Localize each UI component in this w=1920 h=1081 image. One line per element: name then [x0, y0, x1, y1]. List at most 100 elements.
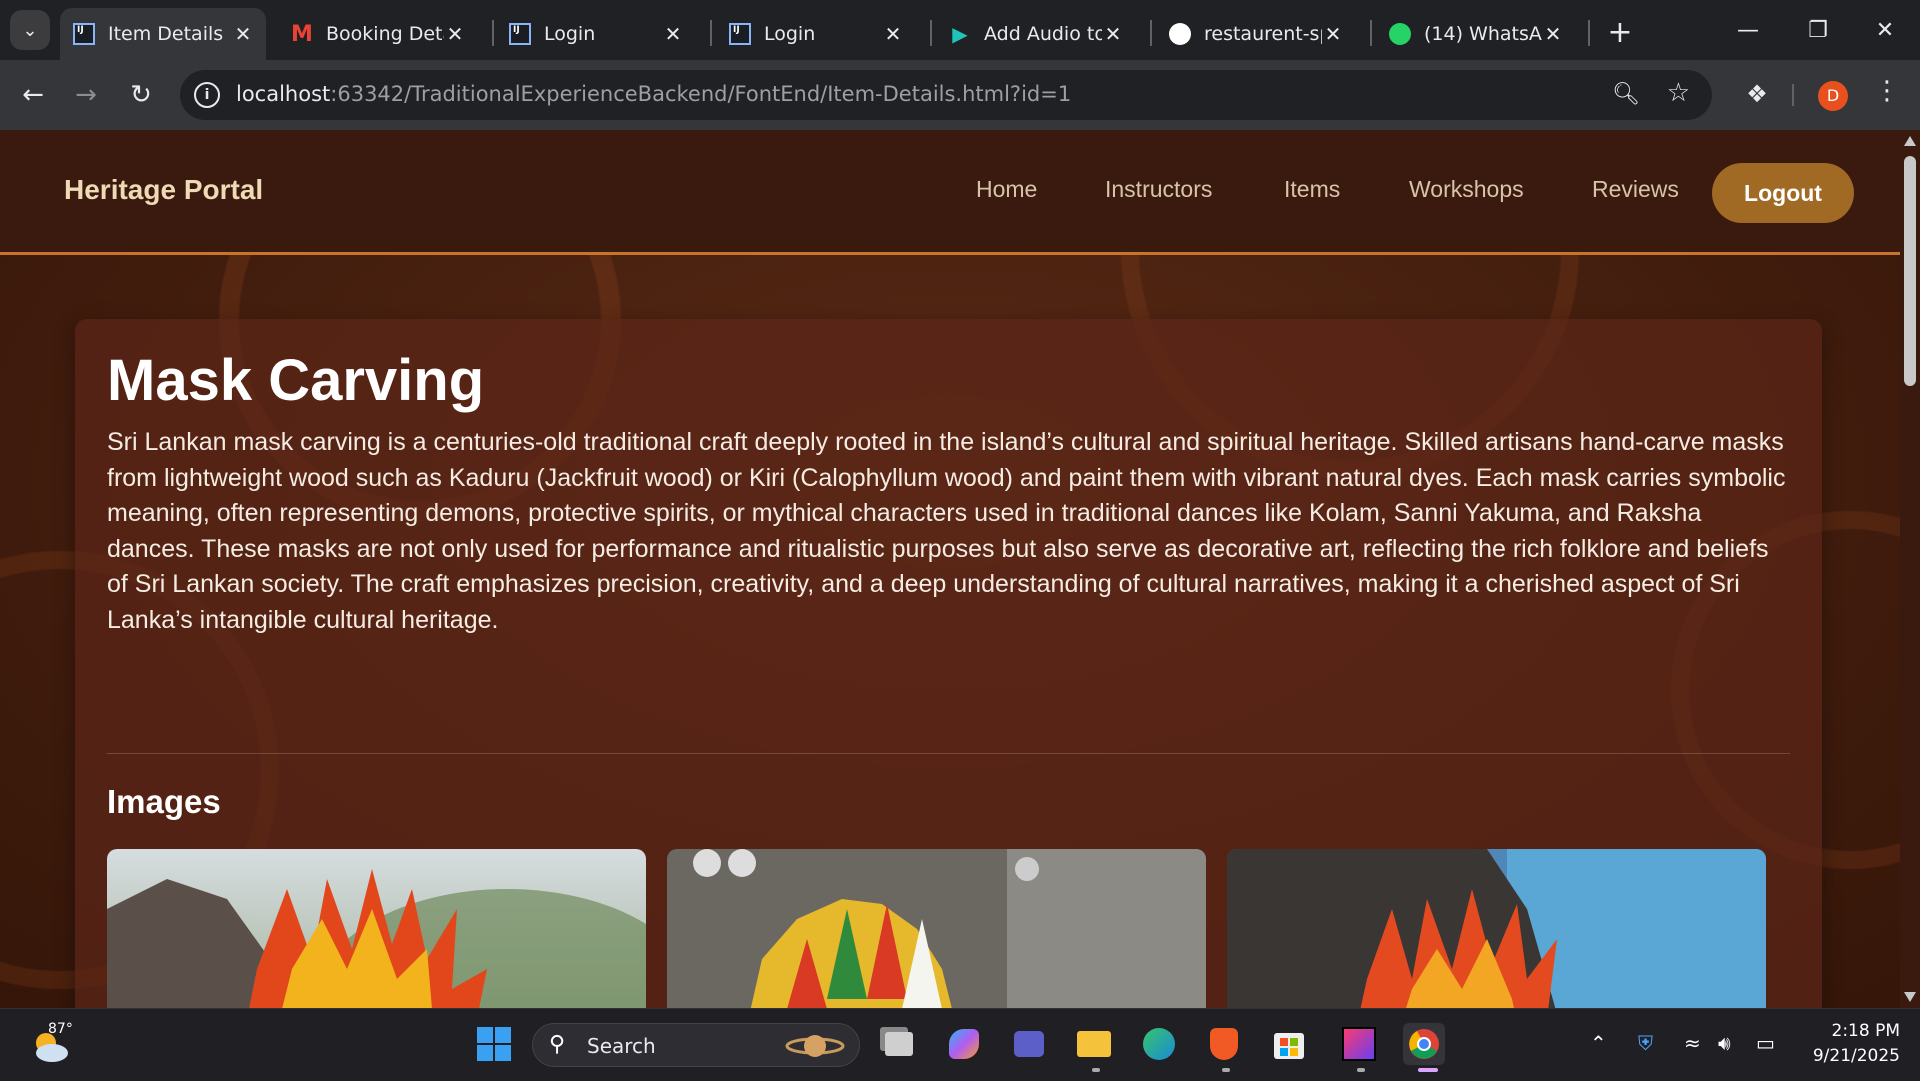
url-path: :63342/TraditionalExperienceBackend/Font… [330, 82, 1072, 106]
section-divider [107, 753, 1790, 754]
close-tab-icon[interactable]: ✕ [444, 22, 466, 46]
nav-link-instructors[interactable]: Instructors [1105, 176, 1212, 203]
close-window-button[interactable]: ✕ [1850, 0, 1920, 60]
store-grid-icon [1274, 1033, 1304, 1059]
running-indicator [1222, 1068, 1230, 1072]
battery-icon[interactable]: ▭ [1756, 1031, 1775, 1055]
tab-login-2[interactable]: IJ Login ✕ [716, 8, 916, 60]
intellij-icon: IJ [508, 22, 532, 46]
images-heading: Images [107, 783, 221, 820]
tab-item-details[interactable]: IJ Item Details ✕ [60, 8, 266, 60]
profile-avatar[interactable]: D [1818, 81, 1848, 111]
forward-button[interactable]: → [68, 77, 104, 113]
chrome-taskbar-icon[interactable] [1403, 1023, 1445, 1065]
minimize-icon: — [1737, 17, 1759, 43]
close-tab-icon[interactable]: ✕ [1542, 22, 1564, 46]
task-view-icon[interactable] [878, 1023, 920, 1065]
site-brand[interactable]: Heritage Portal [64, 174, 263, 206]
intellij-taskbar-icon[interactable] [1338, 1023, 1380, 1065]
edge-icon[interactable] [1138, 1023, 1180, 1065]
volume-icon[interactable]: 🔊︎ [1718, 1031, 1731, 1055]
show-hidden-icons-chevron-up-icon[interactable]: ⌃ [1590, 1031, 1607, 1055]
browser-menu-icon[interactable]: ⋮ [1872, 76, 1902, 106]
gmail-icon: M [291, 21, 313, 47]
intellij-icon: IJ [72, 22, 96, 46]
reload-icon: ↻ [130, 80, 152, 110]
minimize-button[interactable]: — [1713, 0, 1783, 60]
bookmark-star-icon[interactable]: ☆ [1667, 78, 1690, 108]
nav-link-home[interactable]: Home [976, 176, 1037, 203]
item-description: Sri Lankan mask carving is a centuries-o… [107, 428, 1786, 634]
item-details-card: Mask Carving Sri Lankan mask carving is … [75, 319, 1822, 1008]
teams-icon[interactable] [1008, 1023, 1050, 1065]
start-button[interactable] [473, 1023, 515, 1065]
clock-date[interactable]: 9/21/2025 [1800, 1046, 1900, 1066]
brave-icon[interactable] [1203, 1023, 1245, 1065]
close-tab-icon[interactable]: ✕ [1322, 22, 1344, 46]
tab-separator [1588, 20, 1590, 46]
item-image-3[interactable] [1227, 849, 1766, 1008]
close-tab-icon[interactable]: ✕ [662, 22, 684, 46]
tab-login-1[interactable]: IJ Login ✕ [496, 8, 696, 60]
tab-booking-details[interactable]: M Booking Detai ✕ [278, 8, 478, 60]
saturn-icon [785, 1035, 845, 1057]
tab-title: Booking Detai [326, 23, 444, 45]
windows-taskbar: 87° ⚲ Search ⌃ ⛨ ≈ 🔊︎ ▭ 2:18 PM 9/21/202… [0, 1008, 1920, 1081]
zoom-icon[interactable]: 🔍︎ [1612, 82, 1640, 107]
tab-separator [710, 20, 712, 46]
shield-icon[interactable]: ⛨ [1638, 1031, 1653, 1055]
tab-title: Login [764, 23, 816, 45]
play-icon: ▶ [952, 22, 968, 46]
close-tab-icon[interactable]: ✕ [882, 22, 904, 46]
back-button[interactable]: ← [15, 77, 51, 113]
scrollbar-thumb[interactable] [1904, 156, 1916, 386]
tab-title: Item Details [108, 23, 224, 45]
extensions-puzzle-icon[interactable]: ❖ [1740, 77, 1774, 111]
wifi-icon[interactable]: ≈ [1684, 1031, 1701, 1055]
scroll-up-icon[interactable] [1904, 136, 1916, 146]
microsoft-store-icon[interactable] [1268, 1023, 1310, 1065]
whatsapp-icon [1388, 22, 1412, 46]
nav-link-workshops[interactable]: Workshops [1409, 176, 1524, 203]
item-image-2[interactable] [667, 849, 1206, 1008]
tab-github[interactable]: restaurent-spr ✕ [1156, 8, 1356, 60]
page-scrollbar[interactable] [1900, 130, 1920, 1008]
item-image-1[interactable] [107, 849, 646, 1008]
new-tab-button[interactable]: + [1600, 12, 1640, 52]
site-navbar: Heritage Portal Home Instructors Items W… [0, 130, 1900, 255]
arrow-left-icon: ← [22, 80, 44, 110]
tab-title: (14) WhatsApp [1424, 23, 1542, 45]
copilot-icon[interactable] [943, 1023, 985, 1065]
file-explorer-icon[interactable] [1073, 1023, 1115, 1065]
tab-title: restaurent-spr [1204, 23, 1322, 45]
restore-icon: ❐ [1808, 17, 1828, 43]
browser-tabstrip: ⌄ IJ Item Details ✕ M Booking Detai ✕ IJ… [0, 0, 1920, 60]
close-tab-icon[interactable]: ✕ [232, 22, 254, 46]
page-viewport: Heritage Portal Home Instructors Items W… [0, 130, 1900, 1008]
tab-whatsapp[interactable]: (14) WhatsApp ✕ [1376, 8, 1576, 60]
address-bar[interactable]: i localhost:63342/TraditionalExperienceB… [180, 70, 1712, 120]
github-icon [1168, 22, 1192, 46]
site-info-icon[interactable]: i [194, 82, 220, 108]
reload-button[interactable]: ↻ [123, 77, 159, 113]
close-icon: ✕ [1875, 17, 1895, 43]
taskbar-search-box[interactable]: ⚲ Search [532, 1023, 860, 1067]
scroll-down-icon[interactable] [1904, 992, 1916, 1002]
nav-link-items[interactable]: Items [1284, 176, 1340, 203]
clock-time[interactable]: 2:18 PM [1810, 1021, 1901, 1041]
running-indicator [1357, 1068, 1365, 1072]
logout-button[interactable]: Logout [1712, 163, 1854, 223]
restore-button[interactable]: ❐ [1783, 0, 1853, 60]
tab-search-button[interactable]: ⌄ [10, 10, 50, 50]
active-indicator [1418, 1068, 1438, 1072]
tab-separator [1370, 20, 1372, 46]
toolbar-divider [1792, 84, 1794, 106]
tab-separator [930, 20, 932, 46]
close-tab-icon[interactable]: ✕ [1102, 22, 1124, 46]
url-text[interactable]: localhost:63342/TraditionalExperienceBac… [236, 82, 1071, 106]
tab-add-audio[interactable]: ▶ Add Audio to ✕ [936, 8, 1136, 60]
nav-link-reviews[interactable]: Reviews [1592, 176, 1679, 203]
taskbar-search-placeholder: Search [587, 1034, 656, 1058]
browser-toolbar: ← → ↻ i localhost:63342/TraditionalExper… [0, 60, 1920, 130]
intellij-icon: IJ [728, 22, 752, 46]
